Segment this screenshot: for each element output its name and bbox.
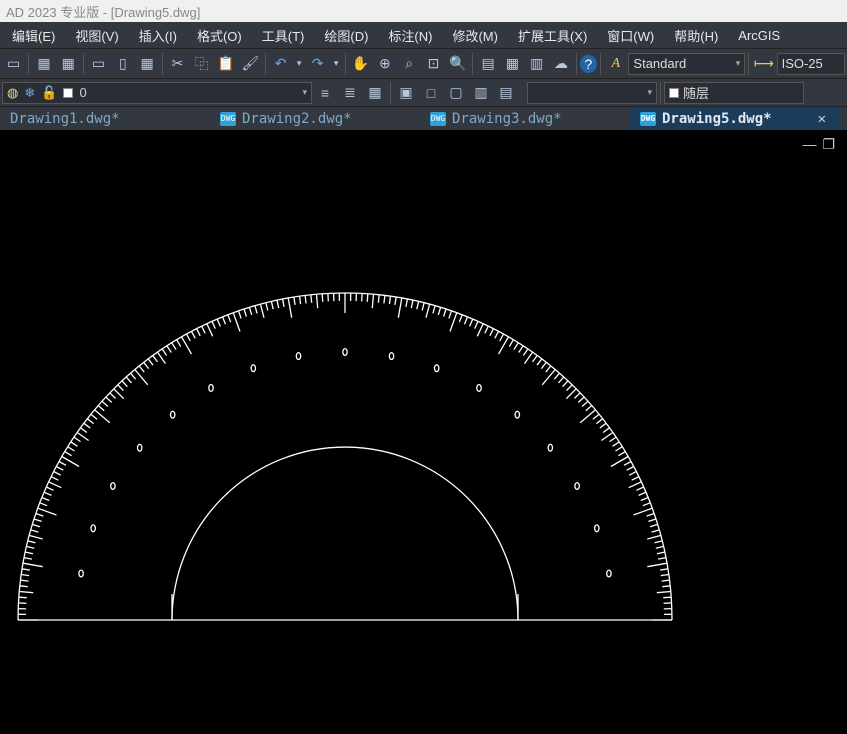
menu-insert[interactable]: 插入(I) xyxy=(129,23,187,48)
protractor-drawing xyxy=(0,130,847,734)
dist-grid-button[interactable]: ▦ xyxy=(136,52,159,76)
chevron-down-icon: ▾ xyxy=(302,87,307,98)
matchprop-button[interactable]: 🖌 xyxy=(239,52,262,76)
tab-label: Drawing2.dwg* xyxy=(242,111,352,127)
titlebar: AD 2023 专业版 - [Drawing5.dwg] xyxy=(0,0,847,22)
block-attr-button[interactable]: ▥ xyxy=(469,81,493,105)
dimstyle-value: ISO-25 xyxy=(782,56,823,71)
linetype-swatch xyxy=(669,88,679,98)
menu-arcgis[interactable]: ArcGIS xyxy=(728,25,790,46)
layer-iso-button[interactable]: ▦ xyxy=(363,81,387,105)
linetype-value: 随层 xyxy=(683,83,709,102)
dimstyle-icon: ⟼ xyxy=(752,52,775,76)
dist-v-button[interactable]: ▯ xyxy=(111,52,134,76)
toolpalettes-button[interactable]: ▥ xyxy=(525,52,548,76)
pan-button[interactable]: ✋ xyxy=(349,52,372,76)
zoom-prev-button[interactable]: ⊡ xyxy=(422,52,445,76)
layer-light-icon: ◍ xyxy=(7,85,18,101)
block-insert-button[interactable]: ▣ xyxy=(394,81,418,105)
dimstyle-dropdown[interactable]: ISO-25 xyxy=(777,53,845,75)
menu-window[interactable]: 窗口(W) xyxy=(597,23,664,48)
dist-h-button[interactable]: ▭ xyxy=(87,52,110,76)
block-edit-button[interactable]: ▢ xyxy=(444,81,468,105)
chevron-down-icon: ▾ xyxy=(647,87,652,98)
dwg-icon: DWG xyxy=(640,112,656,126)
redo-button[interactable]: ↷ xyxy=(306,52,329,76)
zoom-window-button[interactable]: ⌕ xyxy=(398,52,421,76)
menu-modify[interactable]: 修改(M) xyxy=(442,23,508,48)
paste-button[interactable]: 📋 xyxy=(214,52,237,76)
close-icon[interactable]: ✕ xyxy=(814,111,830,127)
dwg-icon: DWG xyxy=(220,112,236,126)
menu-ext[interactable]: 扩展工具(X) xyxy=(508,23,597,48)
menubar: 编辑(E) 视图(V) 插入(I) 格式(O) 工具(T) 绘图(D) 标注(N… xyxy=(0,22,847,48)
window-title: AD 2023 专业版 - [Drawing5.dwg] xyxy=(6,5,200,20)
color-dropdown[interactable]: ▾ xyxy=(527,82,657,104)
align-left-button[interactable]: ▦ xyxy=(32,52,55,76)
menu-draw[interactable]: 绘图(D) xyxy=(314,23,378,48)
help-button[interactable]: ? xyxy=(580,55,597,73)
zoom-realtime-button[interactable]: ⊕ xyxy=(373,52,396,76)
menu-format[interactable]: 格式(O) xyxy=(187,23,252,48)
zoom-dropdown[interactable]: 🔍 xyxy=(446,52,469,76)
textstyle-value: Standard xyxy=(633,56,686,71)
textstyle-icon: A xyxy=(604,52,627,76)
drawing-canvas[interactable]: — ❐ xyxy=(0,130,847,734)
tab-drawing5[interactable]: DWG Drawing5.dwg* ✕ xyxy=(630,107,840,130)
document-tabbar: Drawing1.dwg* DWG Drawing2.dwg* DWG Draw… xyxy=(0,106,847,130)
toolbar-layers: ◍ ❄ 🔓 0 ▾ ≡ ≣ ▦ ▣ □ ▢ ▥ ▤ ▾ 随层 xyxy=(0,78,847,106)
tab-label: Drawing1.dwg* xyxy=(10,111,120,127)
cut-button[interactable]: ✂ xyxy=(166,52,189,76)
menu-tools[interactable]: 工具(T) xyxy=(252,23,315,48)
align-center-button[interactable]: ▦ xyxy=(57,52,80,76)
tab-drawing2[interactable]: DWG Drawing2.dwg* xyxy=(210,107,420,130)
toolbar-main: ▭ ▦ ▦ ▭ ▯ ▦ ✂ ⿻ 📋 🖌 ↶ ▾ ↷ ▾ ✋ ⊕ ⌕ ⊡ 🔍 ▤ … xyxy=(0,48,847,78)
tab-drawing3[interactable]: DWG Drawing3.dwg* xyxy=(420,107,630,130)
layer-dropdown[interactable]: ◍ ❄ 🔓 0 ▾ xyxy=(2,82,312,104)
copy-button[interactable]: ⿻ xyxy=(190,52,213,76)
layer-states-button[interactable]: ≣ xyxy=(338,81,362,105)
tab-drawing1[interactable]: Drawing1.dwg* xyxy=(0,107,210,130)
menu-help[interactable]: 帮助(H) xyxy=(664,23,728,48)
menu-dim[interactable]: 标注(N) xyxy=(378,23,442,48)
block-sync-button[interactable]: ▤ xyxy=(494,81,518,105)
tab-label: Drawing3.dwg* xyxy=(452,111,562,127)
cloud-button[interactable]: ☁ xyxy=(549,52,572,76)
designcenter-button[interactable]: ▦ xyxy=(501,52,524,76)
properties-button[interactable]: ▤ xyxy=(476,52,499,76)
menu-view[interactable]: 视图(V) xyxy=(65,23,128,48)
chevron-down-icon: ▾ xyxy=(736,58,741,69)
menu-edit[interactable]: 编辑(E) xyxy=(2,23,65,48)
layer-name: 0 xyxy=(79,85,86,100)
textstyle-dropdown[interactable]: Standard ▾ xyxy=(628,53,745,75)
layer-color-swatch xyxy=(63,88,73,98)
undo-button[interactable]: ↶ xyxy=(269,52,292,76)
undo-dropdown[interactable]: ▾ xyxy=(293,52,305,76)
linetype-dropdown[interactable]: 随层 xyxy=(664,82,804,104)
layer-freeze-icon: ❄ xyxy=(24,85,35,101)
layer-prev-button[interactable]: ≡ xyxy=(313,81,337,105)
qnew-button[interactable]: ▭ xyxy=(2,52,25,76)
dwg-icon: DWG xyxy=(430,112,446,126)
redo-dropdown[interactable]: ▾ xyxy=(330,52,342,76)
layer-lock-icon: 🔓 xyxy=(41,85,57,101)
block-create-button[interactable]: □ xyxy=(419,81,443,105)
tab-label: Drawing5.dwg* xyxy=(662,111,772,127)
